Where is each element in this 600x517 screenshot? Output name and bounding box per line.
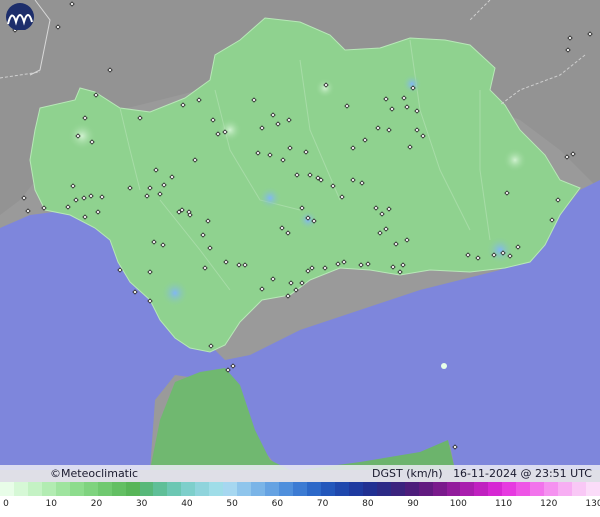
scale-label: 0 — [3, 499, 9, 509]
scale-swatch — [69, 482, 84, 496]
scale-label: 100 — [449, 499, 467, 509]
gust-hotspot — [258, 186, 282, 210]
scale-label: 50 — [226, 499, 238, 509]
scale-swatch — [293, 482, 307, 496]
map-canvas — [0, 0, 600, 517]
scale-label: 30 — [135, 499, 148, 509]
scale-label: 10 — [45, 499, 57, 509]
calm-spot — [315, 78, 335, 98]
scale-swatch — [13, 482, 28, 496]
color-scale-bar — [0, 482, 600, 496]
scale-swatch — [530, 482, 545, 496]
calm-spot — [218, 118, 242, 142]
scale-swatch — [97, 482, 112, 496]
scale-swatch — [153, 482, 168, 496]
scale-swatch — [139, 482, 154, 496]
scale-label: 40 — [181, 499, 193, 509]
scale-swatch — [432, 482, 447, 496]
scale-swatch — [306, 482, 321, 496]
scale-swatch — [404, 482, 419, 496]
gust-hotspot — [402, 74, 422, 94]
meteoclimatic-logo-icon — [6, 3, 34, 30]
scale-label: 60 — [271, 499, 284, 509]
scale-swatch — [83, 482, 98, 496]
scale-swatch — [516, 482, 531, 496]
scale-swatch — [446, 482, 461, 496]
scale-swatch — [502, 482, 517, 496]
scale-swatch — [181, 482, 196, 496]
scale-swatch — [223, 482, 238, 496]
scale-label: 90 — [407, 499, 419, 509]
scale-swatch — [376, 482, 391, 496]
credit-text: ©Meteoclimatic — [50, 467, 139, 480]
scale-swatch — [586, 482, 600, 496]
scale-swatch — [544, 482, 559, 496]
scale-swatch — [251, 482, 266, 496]
gust-hotspot — [486, 236, 514, 264]
scale-label: 80 — [362, 499, 374, 509]
calm-spot — [503, 148, 527, 172]
variable-label: DGST (km/h) — [372, 467, 443, 480]
scale-label: 120 — [540, 499, 558, 509]
scale-label: 20 — [90, 499, 103, 509]
map-info: DGST (km/h) 16-11-2024 @ 23:51 UTC — [372, 467, 592, 480]
scale-swatch — [237, 482, 252, 496]
scale-swatch — [195, 482, 210, 496]
scale-swatch — [41, 482, 56, 496]
scale-swatch — [55, 482, 70, 496]
scale-swatch — [265, 482, 280, 496]
timestamp-label: 16-11-2024 @ 23:51 UTC — [453, 467, 592, 480]
calm-spot — [68, 122, 96, 150]
island — [441, 363, 447, 369]
scale-swatch — [460, 482, 475, 496]
scale-swatch — [488, 482, 503, 496]
weather-map: ©Meteoclimatic DGST (km/h) 16-11-2024 @ … — [0, 0, 600, 517]
scale-swatch — [558, 482, 573, 496]
color-scale-labels: 0 10 20 30 40 50 60 70 80 90 100 110 120 130 — [0, 496, 600, 517]
scale-swatch — [320, 482, 335, 496]
scale-swatch — [572, 482, 587, 496]
scale-swatch — [390, 482, 405, 496]
scale-swatch — [279, 482, 294, 496]
scale-swatch — [418, 482, 433, 496]
scale-label: 130 — [585, 499, 600, 509]
scale-swatch — [334, 482, 349, 496]
scale-swatch — [362, 482, 377, 496]
gust-hotspot — [161, 279, 189, 307]
scale-swatch — [125, 482, 140, 496]
scale-swatch — [209, 482, 224, 496]
scale-swatch — [167, 482, 182, 496]
scale-swatch — [474, 482, 489, 496]
scale-swatch — [27, 482, 42, 496]
scale-swatch — [0, 482, 14, 496]
scale-label: 110 — [494, 499, 513, 509]
scale-swatch — [348, 482, 363, 496]
scale-label: 70 — [316, 499, 329, 509]
scale-swatch — [111, 482, 126, 496]
